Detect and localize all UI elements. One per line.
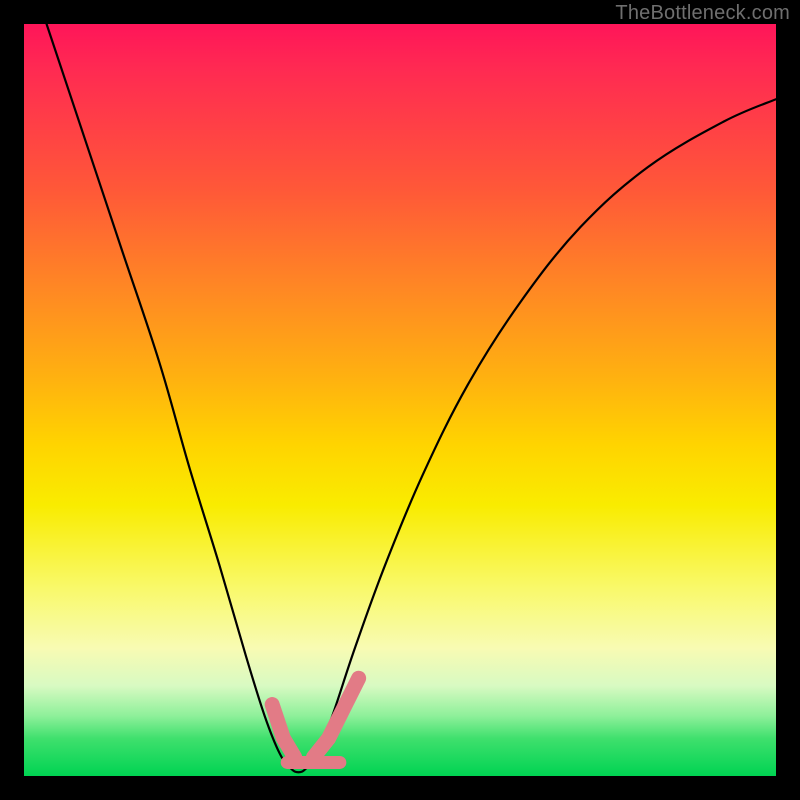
highlight-right-brace <box>314 678 359 757</box>
curve-svg <box>24 24 776 776</box>
highlight-left-brace <box>272 705 295 758</box>
chart-frame: TheBottleneck.com <box>0 0 800 800</box>
plot-area <box>24 24 776 776</box>
watermark: TheBottleneck.com <box>615 2 790 25</box>
bottleneck-curve <box>47 24 776 772</box>
